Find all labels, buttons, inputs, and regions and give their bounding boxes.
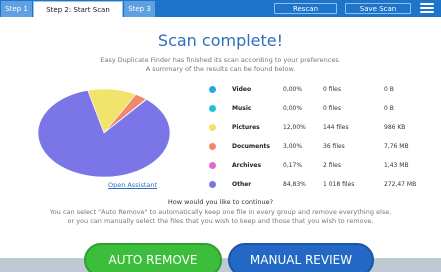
top-bar: Step 1 Step 2: Start Scan Step 3 Rescan … <box>0 0 441 17</box>
stats-category: Music <box>232 105 252 112</box>
stats-category: Video <box>232 86 252 93</box>
pie-chart-svg <box>37 88 171 178</box>
stats-files: 2 files <box>323 162 341 169</box>
stats-row-music: Music 0,00% 0 files 0 B <box>206 99 436 118</box>
music-color-dot <box>209 105 216 112</box>
manual-review-button[interactable]: MANUAL REVIEW <box>228 243 374 272</box>
stats-percent: 0,00% <box>283 105 303 112</box>
stats-files: 0 files <box>323 86 341 93</box>
stats-category: Pictures <box>232 124 260 131</box>
continue-description: You can select "Auto Remove" to automati… <box>20 208 421 226</box>
stats-percent: 0,00% <box>283 86 303 93</box>
stats-percent: 0,17% <box>283 162 303 169</box>
stats-files: 144 files <box>323 124 349 131</box>
save-scan-button[interactable]: Save Scan <box>345 3 411 14</box>
rescan-button[interactable]: Rescan <box>274 3 337 14</box>
stats-category: Documents <box>232 143 270 150</box>
other-color-dot <box>209 181 216 188</box>
tab-step-1[interactable]: Step 1 <box>1 1 32 17</box>
stats-percent: 12,00% <box>283 124 306 131</box>
results-stats-table: Video 0,00% 0 files 0 B Music 0,00% 0 fi… <box>206 80 436 194</box>
stats-percent: 3,00% <box>283 143 303 150</box>
stats-row-archives: Archives 0,17% 2 files 1,43 MB <box>206 156 436 175</box>
video-color-dot <box>209 86 216 93</box>
stats-category: Archives <box>232 162 262 169</box>
stats-files: 1 018 files <box>323 181 355 188</box>
stats-size: 7,76 MB <box>384 143 409 150</box>
stats-files: 36 files <box>323 143 345 150</box>
archives-color-dot <box>209 162 216 169</box>
stats-files: 0 files <box>323 105 341 112</box>
open-assistant-link[interactable]: Open Assistant <box>108 181 157 189</box>
stats-row-other: Other 84,83% 1 018 files 272,47 MB <box>206 175 436 194</box>
stats-size: 0 B <box>384 105 394 112</box>
stats-row-video: Video 0,00% 0 files 0 B <box>206 80 436 99</box>
stats-row-pictures: Pictures 12,00% 144 files 986 KB <box>206 118 436 137</box>
stats-size: 1,43 MB <box>384 162 409 169</box>
continue-question: How would you like to continue? <box>167 198 274 206</box>
description-line-1: You can select "Auto Remove" to automati… <box>49 208 392 216</box>
tab-step-2-start-scan[interactable]: Step 2: Start Scan <box>33 1 123 17</box>
page-title: Scan complete! <box>157 31 284 50</box>
subtitle-line-2: A summary of the results can be found be… <box>145 65 296 73</box>
hamburger-menu-icon[interactable] <box>420 3 434 14</box>
subtitle-line-1: Easy Duplicate Finder has finished its s… <box>100 56 341 64</box>
results-pie-chart <box>34 86 174 180</box>
documents-color-dot <box>209 143 216 150</box>
stats-category: Other <box>232 181 252 188</box>
stats-size: 986 KB <box>384 124 406 131</box>
auto-remove-button[interactable]: AUTO REMOVE <box>84 243 222 272</box>
description-line-2: or you can manually select the files tha… <box>67 217 374 225</box>
stats-size: 272,47 MB <box>384 181 417 188</box>
stats-percent: 84,83% <box>283 181 306 188</box>
pictures-color-dot <box>209 124 216 131</box>
scan-summary-text: Easy Duplicate Finder has finished its s… <box>60 56 381 74</box>
stats-size: 0 B <box>384 86 394 93</box>
stats-row-documents: Documents 3,00% 36 files 7,76 MB <box>206 137 436 156</box>
tab-step-3[interactable]: Step 3 <box>124 1 155 17</box>
